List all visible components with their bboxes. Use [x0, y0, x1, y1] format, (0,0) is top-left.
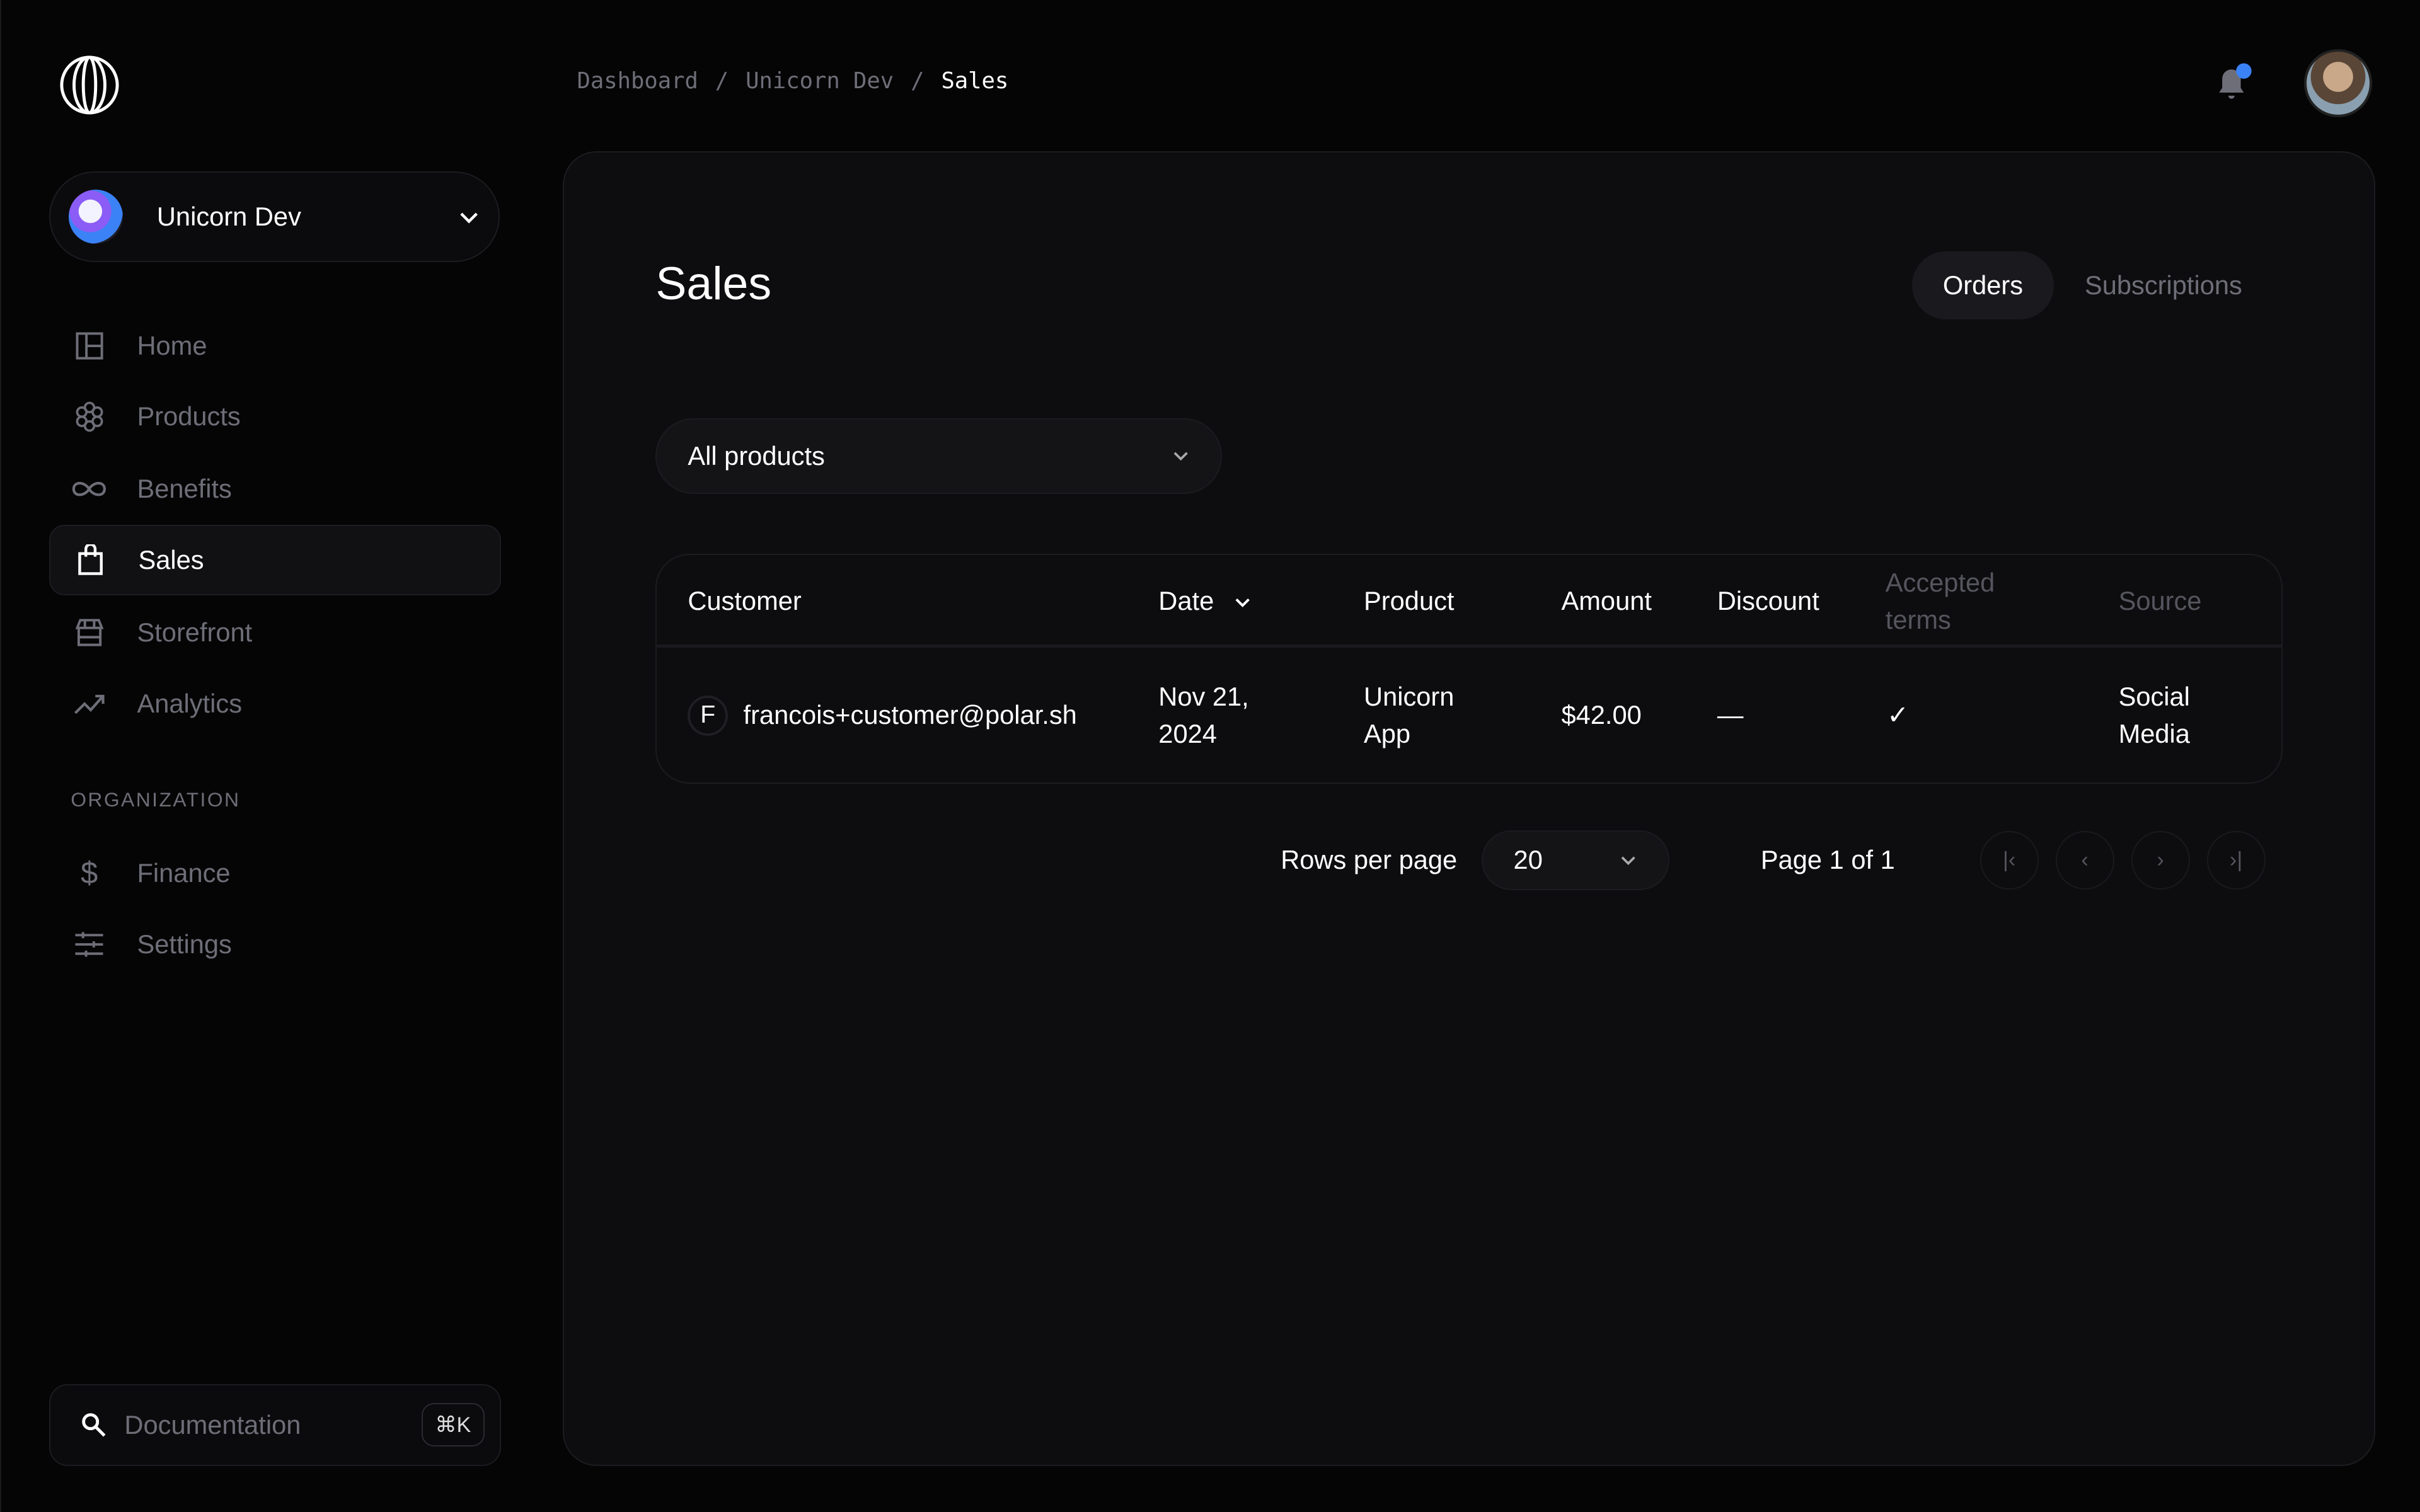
notification-bell-icon[interactable]	[2211, 62, 2255, 105]
order-discount: —	[1717, 700, 1744, 730]
order-date: Nov 21, 2024	[1158, 682, 1249, 748]
sidebar-item-home[interactable]: Home	[49, 310, 502, 381]
order-product: Unicorn App	[1364, 682, 1455, 748]
breadcrumb-dashboard[interactable]: Dashboard	[577, 68, 698, 94]
breadcrumb-separator: /	[715, 67, 729, 94]
accepted-terms-check-icon: ✓	[1887, 700, 1910, 730]
workspace-switcher[interactable]: Unicorn Dev	[49, 171, 500, 263]
header-divider	[657, 644, 2281, 648]
sales-tabs: Orders Subscriptions	[1911, 251, 2273, 319]
layout-icon	[71, 327, 108, 364]
sidebar-item-label: Finance	[137, 858, 231, 888]
product-filter-value: All products	[688, 440, 825, 471]
order-source: Social Media	[2118, 682, 2190, 748]
column-header-date[interactable]: Date	[1158, 583, 1252, 620]
infinity-icon	[71, 471, 108, 508]
sort-desc-icon	[1235, 598, 1250, 607]
shortcut-badge: ⌘K	[421, 1403, 485, 1446]
sliders-icon	[71, 925, 108, 963]
shopping-bag-icon	[72, 542, 109, 579]
dollar-icon: $	[80, 856, 98, 891]
sidebar-item-label: Products	[137, 401, 241, 432]
workspace-name: Unicorn Dev	[156, 202, 301, 232]
page-title: Sales	[655, 256, 772, 309]
column-header-date-label: Date	[1158, 586, 1214, 616]
column-header-discount: Discount	[1717, 586, 1819, 616]
pagination-controls: |‹ ‹ › ›|	[1979, 830, 2266, 891]
column-header-source: Source	[2118, 586, 2202, 616]
rows-per-page-select[interactable]: 20	[1481, 830, 1670, 891]
sidebar-item-storefront[interactable]: Storefront	[49, 597, 502, 668]
rows-per-page-label: Rows per page	[1281, 845, 1458, 875]
store-icon	[71, 614, 108, 651]
column-header-product: Product	[1364, 586, 1455, 616]
tab-subscriptions[interactable]: Subscriptions	[2054, 251, 2273, 319]
search-icon	[82, 1413, 106, 1437]
polar-logo-icon[interactable]	[59, 54, 120, 116]
main-panel	[563, 151, 2375, 1466]
rows-per-page-value: 20	[1513, 845, 1543, 875]
tab-orders[interactable]: Orders	[1911, 251, 2054, 319]
hexagon-icon	[71, 398, 108, 435]
sidebar-item-settings[interactable]: Settings	[49, 908, 502, 980]
sidebar-item-products[interactable]: Products	[49, 381, 502, 452]
app-root: Unicorn Dev Home Products Benefits Sales…	[0, 0, 2420, 1512]
product-filter-select[interactable]: All products	[655, 418, 1223, 494]
sidebar-item-benefits[interactable]: Benefits	[49, 454, 502, 525]
sidebar-item-finance[interactable]: $ Finance	[49, 838, 502, 909]
sidebar-item-label: Sales	[138, 544, 204, 575]
documentation-label: Documentation	[124, 1409, 301, 1440]
orders-table: Customer Date Product Amount Discount Ac…	[655, 554, 2283, 784]
customer-email: francois+customer@polar.sh	[743, 700, 1077, 730]
sidebar-item-label: Home	[137, 330, 207, 360]
sidebar-item-sales[interactable]: Sales	[49, 524, 502, 596]
chevron-left-icon: ‹	[2081, 847, 2089, 872]
breadcrumb: Dashboard / Unicorn Dev / Sales	[577, 68, 1008, 94]
next-page-button[interactable]: ›	[2131, 830, 2190, 890]
user-avatar[interactable]	[2303, 49, 2372, 118]
documentation-search[interactable]: Documentation ⌘K	[49, 1383, 502, 1466]
chevron-down-icon	[460, 212, 478, 224]
first-page-button[interactable]: |‹	[1979, 830, 2039, 890]
customer-avatar: F	[688, 696, 729, 736]
workspace-avatar	[69, 190, 123, 244]
previous-page-button[interactable]: ‹	[2055, 830, 2114, 890]
chevron-right-icon: ›	[2157, 847, 2164, 872]
column-header-customer: Customer	[688, 586, 802, 616]
trending-up-icon	[71, 685, 108, 722]
chevrons-last-icon: ›|	[2229, 847, 2243, 872]
chevron-down-icon	[1621, 856, 1635, 865]
chevron-down-icon	[1173, 452, 1188, 461]
chevrons-first-icon: |‹	[2002, 847, 2016, 872]
column-header-amount: Amount	[1561, 586, 1652, 616]
column-header-accepted-terms: Accepted terms	[1885, 567, 1995, 634]
sidebar-item-label: Benefits	[137, 474, 232, 504]
breadcrumb-current: Sales	[941, 67, 1009, 94]
sidebar-item-analytics[interactable]: Analytics	[49, 668, 502, 739]
sidebar-item-label: Analytics	[137, 688, 243, 718]
last-page-button[interactable]: ›|	[2206, 830, 2266, 890]
breadcrumb-workspace[interactable]: Unicorn Dev	[746, 68, 894, 94]
page-indicator: Page 1 of 1	[1760, 845, 1895, 875]
sidebar-item-label: Settings	[137, 929, 232, 959]
breadcrumb-separator: /	[911, 67, 925, 94]
order-amount: $42.00	[1561, 700, 1642, 730]
sidebar-item-label: Storefront	[137, 617, 253, 648]
organization-heading: ORGANIZATION	[71, 788, 241, 811]
